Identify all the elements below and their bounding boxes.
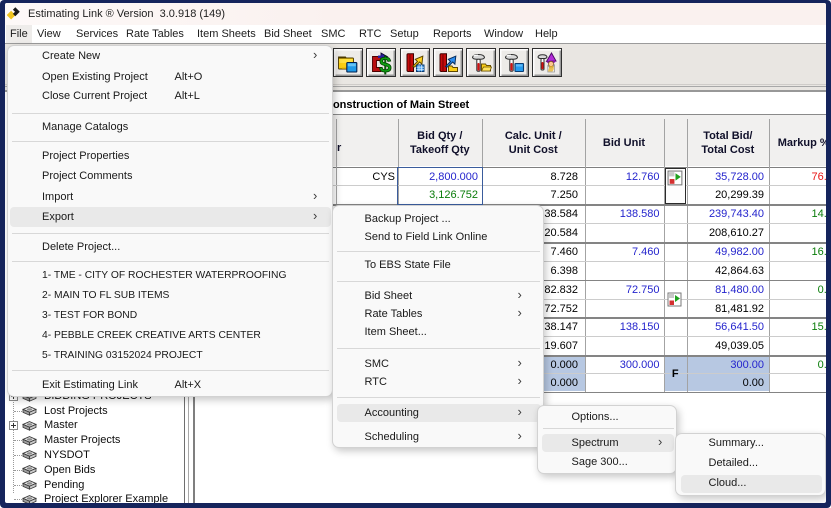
svg-text:$: $ <box>379 52 391 75</box>
